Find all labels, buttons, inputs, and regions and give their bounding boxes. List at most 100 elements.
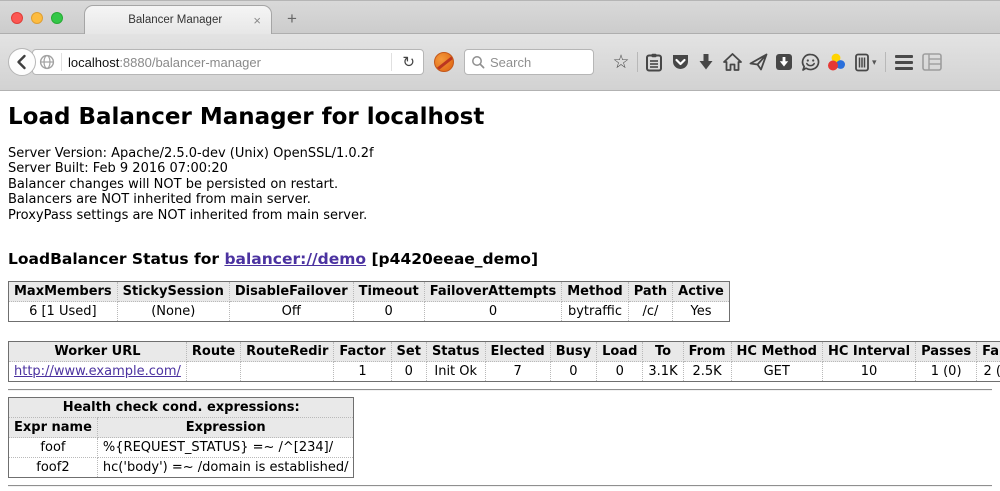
horizontal-rule — [8, 485, 992, 487]
browser-window: Balancer Manager × + localhost:8880/bala… — [0, 0, 1000, 491]
url-bar[interactable]: localhost:8880/balancer-manager ↻ — [32, 49, 424, 75]
table-cell: 2 (0) — [977, 362, 1000, 382]
table-cell: foof2 — [9, 458, 98, 478]
plane-glyph — [749, 53, 768, 71]
tab-balancer-manager[interactable]: Balancer Manager × — [84, 5, 272, 34]
container-glyph — [854, 53, 870, 72]
table-cell: (None) — [117, 302, 229, 322]
balancer-demo-link[interactable]: balancer://demo — [224, 250, 366, 268]
column-header: Set — [391, 342, 426, 362]
smiley-glyph — [801, 53, 820, 72]
column-header: FailoverAttempts — [424, 282, 562, 302]
table-cell: 10 — [822, 362, 915, 382]
navigation-toolbar: localhost:8880/balancer-manager ↻ ☆ — [0, 34, 1000, 91]
table-caption-row: Health check cond. expressions: — [9, 398, 354, 418]
column-header: Path — [628, 282, 672, 302]
content-blocked-icon[interactable] — [434, 52, 454, 72]
server-version-line: Server Version: Apache/2.5.0-dev (Unix) … — [8, 146, 992, 161]
star-glyph: ☆ — [612, 53, 629, 72]
column-header: From — [683, 342, 731, 362]
toolbar-separator — [637, 52, 638, 72]
minimize-window-button[interactable] — [31, 12, 43, 24]
sidebars-glyph — [922, 53, 942, 71]
worker-url-link[interactable]: http://www.example.com/ — [14, 364, 181, 379]
tab-title: Balancer Manager — [99, 14, 251, 26]
search-input[interactable] — [490, 55, 585, 70]
tab-close-icon[interactable]: × — [251, 13, 263, 28]
save-square-icon[interactable] — [771, 49, 797, 75]
table-cell: 7 — [485, 362, 550, 382]
server-built-line: Server Built: Feb 9 2016 07:00:20 — [8, 161, 992, 176]
column-header: Timeout — [353, 282, 424, 302]
container-dropdown-caret-icon[interactable]: ▾ — [872, 57, 877, 68]
toolbar-separator — [885, 52, 886, 72]
worker-status-table: Worker URLRouteRouteRedirFactorSetStatus… — [8, 341, 1000, 382]
blocked-badge — [434, 52, 454, 72]
table-cell: 0 — [391, 362, 426, 382]
url-path: :8880/balancer-manager — [119, 55, 261, 70]
table-header-row: Worker URLRouteRouteRedirFactorSetStatus… — [9, 342, 1000, 362]
bookmarks-clipboard-icon[interactable] — [641, 49, 667, 75]
urlbar-separator — [391, 53, 392, 71]
search-icon — [471, 55, 485, 69]
table-cell: bytraffic — [562, 302, 628, 322]
table-cell: Init Ok — [426, 362, 485, 382]
search-bar[interactable] — [464, 49, 594, 75]
column-header: Busy — [550, 342, 596, 362]
send-plane-icon[interactable] — [745, 49, 771, 75]
table-cell: hc('body') =~ /domain is established/ — [97, 458, 354, 478]
title-bar: Balancer Manager × + — [0, 1, 1000, 34]
downloads-icon[interactable] — [693, 49, 719, 75]
table-cell: 2.5K — [683, 362, 731, 382]
inherit-warning-line: Balancers are NOT inherited from main se… — [8, 192, 992, 207]
back-button[interactable] — [8, 48, 36, 76]
column-header: MaxMembers — [9, 282, 118, 302]
bookmark-star-icon[interactable]: ☆ — [608, 49, 634, 75]
table-cell: GET — [731, 362, 822, 382]
url-text[interactable]: localhost:8880/balancer-manager — [68, 55, 385, 70]
table-cell: 0 — [597, 362, 643, 382]
home-icon[interactable] — [719, 49, 745, 75]
colored-dots-icon[interactable] — [823, 49, 849, 75]
close-window-button[interactable] — [11, 12, 23, 24]
health-check-table: Health check cond. expressions: Expr nam… — [8, 397, 354, 478]
column-header: Fails — [977, 342, 1000, 362]
zoom-window-button[interactable] — [51, 12, 63, 24]
pocket-icon[interactable] — [667, 49, 693, 75]
worker-url-cell: http://www.example.com/ — [9, 362, 187, 382]
column-header: StickySession — [117, 282, 229, 302]
table-cell — [186, 362, 240, 382]
column-header: Expr name — [9, 418, 98, 438]
health-table-caption: Health check cond. expressions: — [9, 398, 354, 418]
persist-warning-line: Balancer changes will NOT be persisted o… — [8, 177, 992, 192]
table-cell — [241, 362, 334, 382]
download-arrow-glyph — [698, 53, 714, 71]
server-info: Server Version: Apache/2.5.0-dev (Unix) … — [8, 146, 992, 223]
url-host: localhost — [68, 55, 119, 70]
column-header: Elected — [485, 342, 550, 362]
menu-icon[interactable] — [895, 55, 913, 70]
column-header: Expression — [97, 418, 354, 438]
status-suffix: [p4420eeae_demo] — [366, 250, 538, 268]
feedback-smiley-icon[interactable] — [797, 49, 823, 75]
new-tab-button[interactable]: + — [281, 9, 303, 29]
reload-icon[interactable]: ↻ — [398, 55, 419, 70]
column-header: HC Method — [731, 342, 822, 362]
table-cell: 3.1K — [643, 362, 683, 382]
table-row: http://www.example.com/ 10Init Ok7003.1K… — [9, 362, 1000, 382]
column-header: DisableFailover — [229, 282, 353, 302]
table-cell: 0 — [353, 302, 424, 322]
table-cell: 0 — [550, 362, 596, 382]
clipboard-glyph — [645, 53, 663, 72]
table-row: foof2hc('body') =~ /domain is establishe… — [9, 458, 354, 478]
column-header: Route — [186, 342, 240, 362]
square-arrow-glyph — [775, 53, 793, 71]
column-header: Worker URL — [9, 342, 187, 362]
table-row: foof%{REQUEST_STATUS} =~ /^[234]/ — [9, 438, 354, 458]
table-cell: 0 — [424, 302, 562, 322]
table-cell: /c/ — [628, 302, 672, 322]
column-header: HC Interval — [822, 342, 915, 362]
table-cell: 6 [1 Used] — [9, 302, 118, 322]
back-arrow-icon — [14, 54, 30, 70]
sidebars-icon[interactable] — [919, 49, 945, 75]
